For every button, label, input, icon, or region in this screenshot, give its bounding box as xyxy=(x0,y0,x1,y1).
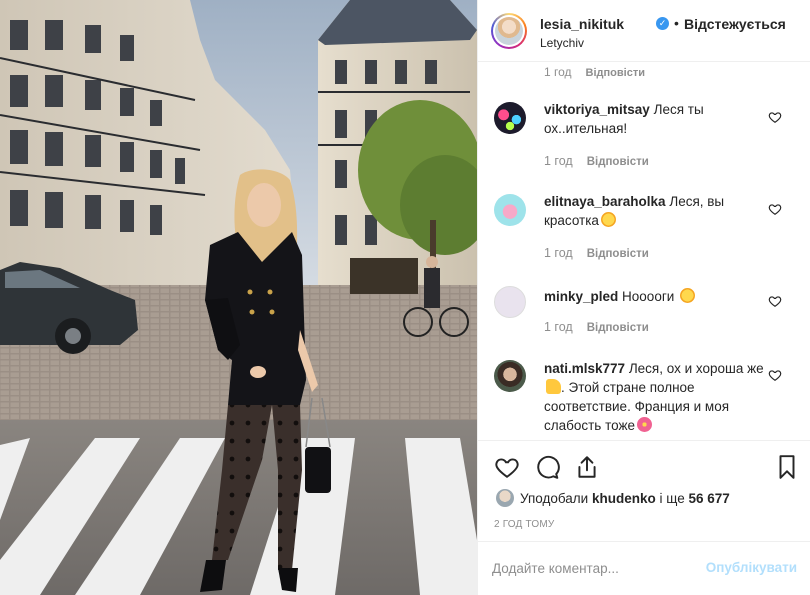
paris-street-photo xyxy=(0,0,477,595)
comment-meta: 1 год Відповісти xyxy=(544,246,649,260)
star-struck-emoji-icon xyxy=(600,212,616,227)
post-photo[interactable] xyxy=(0,0,477,595)
share-icon[interactable] xyxy=(574,454,600,480)
comment-like-heart-icon[interactable] xyxy=(768,368,782,382)
woman-portrait-avatar[interactable] xyxy=(494,360,526,392)
likes-user[interactable]: khudenko xyxy=(592,491,656,506)
comments-list[interactable]: 1 год Відповісти viktoriya_mitsay Леся ты… xyxy=(478,62,810,440)
comment-like-heart-icon[interactable] xyxy=(768,110,782,124)
comment-body: elitnaya_baraholka Леся, вы красотка xyxy=(544,192,770,230)
reply-button[interactable]: Відповісти xyxy=(586,67,645,79)
post-actions: Уподобали khudenko і ще 56 677 2 ГОД ТОМ… xyxy=(478,440,810,540)
comment-bubble-icon[interactable] xyxy=(534,454,560,480)
comment-like-heart-icon[interactable] xyxy=(768,202,782,216)
author-username[interactable]: lesia_nikituk xyxy=(540,16,624,32)
author-avatar[interactable] xyxy=(491,13,527,49)
header-separator: • xyxy=(674,15,679,31)
instagram-post: lesia_nikituk ✓ • Відстежується Letychiv… xyxy=(0,0,810,595)
blossom-emoji-icon xyxy=(637,417,653,432)
star-struck-emoji-icon xyxy=(680,288,696,303)
comment-body: viktoriya_mitsay Леся ты ох..ительная! xyxy=(544,100,770,138)
comment-username[interactable]: minky_pled xyxy=(544,289,618,304)
verified-badge-icon: ✓ xyxy=(656,17,669,30)
comment-username[interactable]: elitnaya_baraholka xyxy=(544,194,666,209)
post-sidebar: lesia_nikituk ✓ • Відстежується Letychiv… xyxy=(477,0,810,595)
bookmark-icon[interactable] xyxy=(774,454,800,480)
liker-avatar[interactable] xyxy=(496,489,514,507)
comment-input[interactable] xyxy=(492,557,692,579)
location-link[interactable]: Letychiv xyxy=(540,36,584,50)
comment-meta: 1 год Відповісти xyxy=(544,320,649,334)
pink-drink-avatar[interactable] xyxy=(494,194,526,226)
minky-logo-avatar[interactable] xyxy=(494,286,526,318)
comment-body: minky_pled Нооооги xyxy=(544,287,770,306)
comment-time: 1 год xyxy=(544,154,573,168)
comment-username[interactable]: nati.mlsk777 xyxy=(544,361,625,376)
publish-button[interactable]: Опублікувати xyxy=(706,560,797,575)
heart-icon[interactable] xyxy=(494,454,520,480)
likes-prefix: Уподобали xyxy=(520,491,589,506)
post-header: lesia_nikituk ✓ • Відстежується Letychiv xyxy=(478,0,810,62)
comment-meta: 1 год Відповісти xyxy=(544,65,645,79)
comment-like-heart-icon[interactable] xyxy=(768,294,782,308)
reply-button[interactable]: Відповісти xyxy=(587,156,649,168)
comment-time: 1 год xyxy=(544,246,573,260)
add-comment-form: Опублікувати xyxy=(478,541,810,595)
reply-button[interactable]: Відповісти xyxy=(587,322,649,334)
comment-time: 1 год xyxy=(544,320,573,334)
likes-count[interactable]: 56 677 xyxy=(689,491,730,506)
comment-text: Леся, ох и хороша же xyxy=(628,361,764,376)
thumbs-up-emoji-icon xyxy=(546,379,561,394)
comment-meta: 1 год Відповісти xyxy=(544,154,649,168)
likes-middle: і ще xyxy=(659,491,685,506)
post-timestamp[interactable]: 2 ГОД ТОМУ xyxy=(494,519,554,530)
following-button[interactable]: Відстежується xyxy=(684,16,786,32)
likes-summary[interactable]: Уподобали khudenko і ще 56 677 xyxy=(520,491,730,506)
comment-username[interactable]: viktoriya_mitsay xyxy=(544,102,650,117)
comment-body: nati.mlsk777 Леся, ох и хороша же. Этой … xyxy=(544,359,770,435)
comment-time: 1 год xyxy=(544,65,572,79)
comment-text: Нооооги xyxy=(622,289,675,304)
reply-button[interactable]: Відповісти xyxy=(587,248,649,260)
colorful-lights-avatar[interactable] xyxy=(494,102,526,134)
